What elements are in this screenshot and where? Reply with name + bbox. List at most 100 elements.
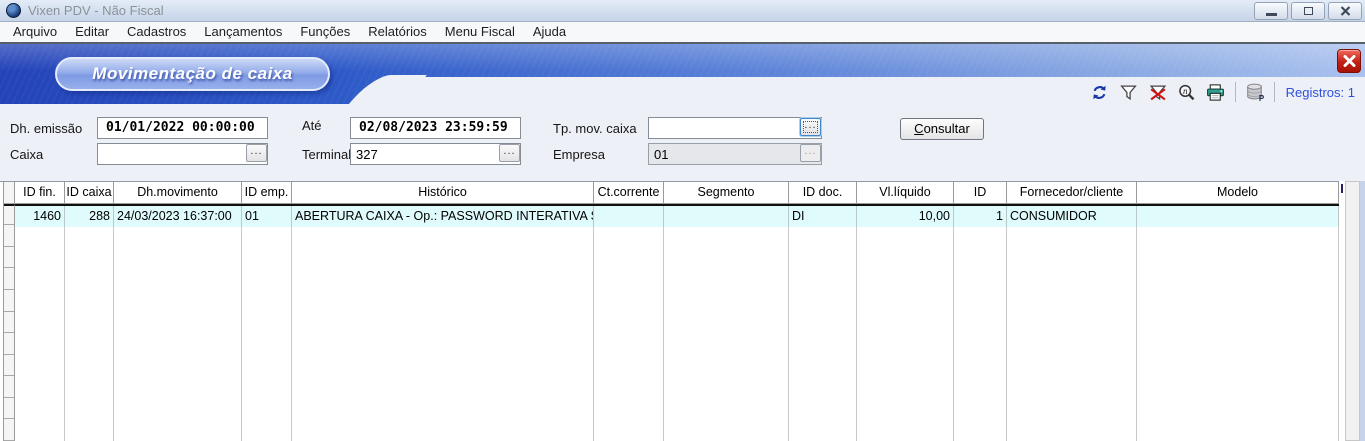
window-controls xyxy=(1254,2,1362,20)
terminal-lookup-button[interactable]: ... xyxy=(499,144,520,162)
tp-mov-caixa-fieldwrap: ... xyxy=(648,117,822,139)
tp-mov-caixa-lookup-button[interactable]: ... xyxy=(800,118,821,136)
menu-lancamentos[interactable]: Lançamentos xyxy=(195,22,291,42)
restore-icon xyxy=(1304,7,1313,15)
indicator-cell[interactable] xyxy=(4,355,15,377)
cell-id-emp[interactable]: 01 xyxy=(242,206,292,227)
indicator-cell[interactable] xyxy=(4,398,15,420)
cell-id-doc[interactable]: DI xyxy=(789,206,857,227)
print-icon xyxy=(1206,84,1225,101)
toolbar-separator xyxy=(1235,82,1236,102)
window-title: Vixen PDV - Não Fiscal xyxy=(28,3,164,18)
search-icon: n xyxy=(1178,84,1195,101)
toolbar-separator xyxy=(1274,82,1275,102)
indicator-cell[interactable] xyxy=(4,247,15,269)
grid-indicator-column xyxy=(3,182,15,441)
cell-segmento[interactable] xyxy=(664,206,789,227)
col-header-vl-liquido[interactable]: Vl.líquido xyxy=(857,182,954,203)
screen-title-pill: Movimentação de caixa xyxy=(55,57,330,91)
indicator-cell[interactable] xyxy=(4,268,15,290)
search-button[interactable]: n xyxy=(1177,83,1197,102)
close-screen-button[interactable] xyxy=(1337,49,1361,73)
indicator-cell[interactable] xyxy=(4,333,15,355)
filter-icon xyxy=(1120,84,1137,101)
cell-dh-movimento[interactable]: 24/03/2023 16:37:00 xyxy=(114,206,242,227)
col-header-id-fin[interactable]: ID fin. xyxy=(15,182,65,203)
close-icon xyxy=(1340,6,1351,16)
caixa-label: Caixa xyxy=(10,147,43,162)
caixa-input[interactable] xyxy=(97,143,268,165)
caixa-lookup-button[interactable]: ... xyxy=(246,144,267,162)
cell-id-caixa[interactable]: 288 xyxy=(65,206,114,227)
ate-label: Até xyxy=(302,118,322,133)
col-header-modelo[interactable]: Modelo xyxy=(1137,182,1339,203)
records-count-label: Registros: 1 xyxy=(1284,85,1359,100)
table-row-selected[interactable]: 1460 288 24/03/2023 16:37:00 01 ABERTURA… xyxy=(15,204,1339,227)
dh-emissao-field[interactable]: 01/01/2022 00:00:00 xyxy=(97,117,268,139)
col-header-id[interactable]: ID xyxy=(954,182,1007,203)
clear-filter-icon xyxy=(1149,84,1167,101)
col-header-id-caixa[interactable]: ID caixa xyxy=(65,182,114,203)
indicator-header-cell xyxy=(4,182,15,204)
grid-empty-area xyxy=(15,227,1339,441)
menu-arquivo[interactable]: Arquivo xyxy=(4,22,66,42)
col-header-id-doc[interactable]: ID doc. xyxy=(789,182,857,203)
minimize-button[interactable] xyxy=(1254,2,1288,20)
indicator-cell[interactable] xyxy=(4,290,15,312)
col-header-fornecedor-cliente[interactable]: Fornecedor/cliente xyxy=(1007,182,1137,203)
menu-menu-fiscal[interactable]: Menu Fiscal xyxy=(436,22,524,42)
col-header-dh-movimento[interactable]: Dh.movimento xyxy=(114,182,242,203)
window-right-border xyxy=(1360,181,1365,441)
grid-header-row: ID fin. ID caixa Dh.movimento ID emp. Hi… xyxy=(15,182,1339,204)
close-button[interactable] xyxy=(1328,2,1362,20)
caixa-fieldwrap: ... xyxy=(97,143,268,165)
tp-mov-caixa-input[interactable] xyxy=(648,117,822,139)
refresh-button[interactable] xyxy=(1090,83,1110,102)
filter-button[interactable] xyxy=(1119,83,1139,102)
indicator-cell[interactable] xyxy=(4,204,15,226)
cell-vl-liquido[interactable]: 10,00 xyxy=(857,206,954,227)
cell-ct-corrente[interactable] xyxy=(594,206,664,227)
menu-cadastros[interactable]: Cadastros xyxy=(118,22,195,42)
menu-relatorios[interactable]: Relatórios xyxy=(359,22,436,42)
menu-funcoes[interactable]: Funções xyxy=(291,22,359,42)
database-button[interactable]: P xyxy=(1245,83,1265,102)
vertical-scrollbar[interactable] xyxy=(1345,181,1360,441)
menu-editar[interactable]: Editar xyxy=(66,22,118,42)
clear-filter-button[interactable] xyxy=(1148,83,1168,102)
cell-historico[interactable]: ABERTURA CAIXA - Op.: PASSWORD INTERATIV… xyxy=(292,206,594,227)
cell-id-fin[interactable]: 1460 xyxy=(15,206,65,227)
cell-id[interactable]: 1 xyxy=(954,206,1007,227)
col-header-id-emp[interactable]: ID emp. xyxy=(242,182,292,203)
col-header-historico[interactable]: Histórico xyxy=(292,182,594,203)
indicator-cell[interactable] xyxy=(4,225,15,247)
clipped-column-fragment xyxy=(1341,184,1343,193)
cell-fornecedor-cliente[interactable]: CONSUMIDOR xyxy=(1007,206,1137,227)
cell-modelo[interactable] xyxy=(1137,206,1339,227)
grid-main: ID fin. ID caixa Dh.movimento ID emp. Hi… xyxy=(15,182,1339,441)
indicator-cell[interactable] xyxy=(4,376,15,398)
dh-emissao-label: Dh. emissão xyxy=(10,121,82,136)
ate-field[interactable]: 02/08/2023 23:59:59 xyxy=(350,117,521,139)
close-screen-icon xyxy=(1343,55,1356,67)
consultar-button[interactable]: Consultar xyxy=(900,118,984,140)
restore-button[interactable] xyxy=(1291,2,1325,20)
app-icon xyxy=(6,3,21,18)
print-button[interactable] xyxy=(1206,83,1226,102)
screen-title: Movimentação de caixa xyxy=(92,64,292,84)
empresa-input xyxy=(648,143,822,165)
terminal-label: Terminal xyxy=(302,147,351,162)
menu-ajuda[interactable]: Ajuda xyxy=(524,22,575,42)
indicator-cell[interactable] xyxy=(4,419,15,441)
svg-text:n: n xyxy=(1183,85,1188,95)
tp-mov-caixa-label: Tp. mov. caixa xyxy=(553,121,637,136)
terminal-input[interactable] xyxy=(350,143,521,165)
empresa-label: Empresa xyxy=(553,147,605,162)
filter-panel: Dh. emissão 01/01/2022 00:00:00 Até 02/0… xyxy=(0,104,1365,181)
database-icon: P xyxy=(1245,83,1264,102)
col-header-segmento[interactable]: Segmento xyxy=(664,182,789,203)
col-header-ct-corrente[interactable]: Ct.corrente xyxy=(594,182,664,203)
indicator-cell[interactable] xyxy=(4,312,15,334)
empresa-lookup-button: ... xyxy=(800,144,821,162)
refresh-icon xyxy=(1091,84,1108,101)
